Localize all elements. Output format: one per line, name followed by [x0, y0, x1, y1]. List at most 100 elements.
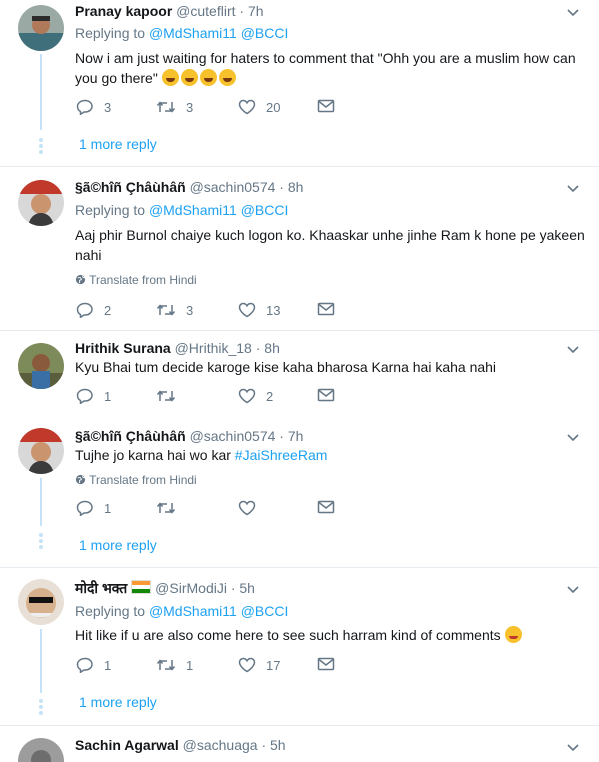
translate-label[interactable]: Translate from Hindi — [89, 273, 197, 287]
author-name[interactable]: Hrithik Surana — [75, 340, 171, 356]
like-icon — [238, 99, 256, 115]
reply-card[interactable]: §ã©hîñ Çhâùhâñ @sachin0574 · 8h Replying… — [0, 167, 599, 330]
direct-message-icon — [317, 99, 335, 113]
direct-message-button[interactable] — [317, 388, 345, 402]
mention-link[interactable]: @BCCI — [241, 603, 289, 619]
author-name[interactable]: मोदी भक्त — [75, 580, 127, 596]
retweet-button[interactable] — [156, 388, 186, 404]
like-count: 13 — [266, 302, 281, 318]
retweet-button[interactable]: 1 — [156, 657, 193, 673]
reply-count: 1 — [104, 657, 112, 673]
thread-dots — [39, 138, 43, 156]
reply-icon — [76, 500, 93, 516]
direct-message-button[interactable] — [317, 657, 345, 671]
like-icon — [238, 388, 256, 404]
laughing-emoji-icon — [161, 69, 179, 86]
more-replies-link[interactable]: 1 more reply — [79, 694, 157, 710]
timestamp[interactable]: · 8h — [256, 340, 280, 356]
translate-link[interactable]: Translate from Hindi — [75, 473, 197, 487]
chevron-down-icon[interactable] — [566, 585, 580, 595]
chevron-down-icon[interactable] — [566, 345, 580, 355]
reply-text: Now i am just waiting for haters to comm… — [75, 50, 576, 66]
reply-card[interactable]: Sachin Agarwal @sachuaga · 5h — [0, 726, 599, 762]
reply-button[interactable]: 2 — [76, 302, 111, 318]
mention-link[interactable]: @MdShami11 — [149, 202, 237, 218]
direct-message-icon — [317, 500, 335, 514]
reply-count: 1 — [104, 500, 112, 516]
more-replies-link[interactable]: 1 more reply — [79, 136, 157, 152]
author-name[interactable]: Pranay kapoor — [75, 3, 172, 19]
direct-message-button[interactable] — [317, 302, 345, 316]
reply-card[interactable]: §ã©hîñ Çhâùhâñ @sachin0574 · 7h Tujhe jo… — [0, 419, 599, 567]
like-icon — [238, 500, 256, 516]
chevron-down-icon[interactable] — [566, 184, 580, 194]
mention-link[interactable]: @BCCI — [241, 202, 289, 218]
laughing-emoji-icon — [218, 69, 236, 86]
retweet-button[interactable]: 3 — [156, 302, 193, 318]
avatar[interactable] — [18, 180, 64, 226]
retweet-count: 3 — [186, 99, 194, 115]
author-handle[interactable]: @Hrithik_18 — [175, 340, 252, 356]
mention-link[interactable]: @MdShami11 — [149, 603, 237, 619]
mention-link[interactable]: @MdShami11 — [149, 25, 237, 41]
timestamp[interactable]: · 8h — [279, 179, 303, 195]
reply-text: Hit like if u are also come here to see … — [75, 627, 501, 643]
like-button[interactable] — [238, 500, 266, 516]
reply-count: 3 — [104, 99, 112, 115]
like-button[interactable]: 17 — [238, 657, 280, 673]
direct-message-button[interactable] — [317, 500, 345, 514]
retweet-button[interactable] — [156, 500, 186, 516]
avatar[interactable] — [18, 579, 64, 625]
reply-card[interactable]: Pranay kapoor @cuteflirt · 7h Replying t… — [0, 0, 599, 166]
direct-message-icon — [317, 657, 335, 671]
direct-message-button[interactable] — [317, 99, 345, 113]
author-name[interactable]: §ã©hîñ Çhâùhâñ — [75, 428, 186, 444]
avatar[interactable] — [18, 343, 64, 389]
timestamp[interactable]: · 7h — [239, 3, 263, 19]
author-handle[interactable]: @sachin0574 — [190, 428, 276, 444]
like-button[interactable]: 2 — [238, 388, 273, 404]
timestamp[interactable]: · 7h — [279, 428, 303, 444]
retweet-icon — [156, 502, 176, 514]
reply-button[interactable]: 1 — [76, 388, 111, 404]
author-name[interactable]: Sachin Agarwal — [75, 737, 179, 753]
author-handle[interactable]: @sachin0574 — [190, 179, 276, 195]
author-handle[interactable]: @sachuaga — [183, 737, 258, 753]
like-icon — [238, 302, 256, 318]
hashtag-link[interactable]: #JaiShreeRam — [235, 447, 328, 463]
reply-card[interactable]: मोदी भक्त @SirModiJi · 5h Replying to @M… — [0, 568, 599, 725]
thread-line — [40, 478, 42, 526]
timestamp[interactable]: · 5h — [231, 580, 255, 596]
more-replies-link[interactable]: 1 more reply — [79, 537, 157, 553]
like-button[interactable]: 13 — [238, 302, 280, 318]
reply-card[interactable]: Hrithik Surana @Hrithik_18 · 8h Kyu Bhai… — [0, 331, 599, 419]
like-count: 20 — [266, 99, 281, 115]
avatar[interactable] — [18, 738, 64, 762]
like-button[interactable]: 20 — [238, 99, 280, 115]
reply-button[interactable]: 1 — [76, 500, 111, 516]
author-handle[interactable]: @cuteflirt — [176, 3, 235, 19]
globe-icon — [75, 274, 86, 285]
timestamp[interactable]: · 5h — [261, 737, 285, 753]
direct-message-icon — [317, 388, 335, 402]
avatar[interactable] — [18, 5, 64, 51]
like-count: 2 — [266, 388, 274, 404]
author-name[interactable]: §ã©hîñ Çhâùhâñ — [75, 179, 186, 195]
chevron-down-icon[interactable] — [566, 743, 580, 753]
india-flag-icon — [131, 580, 152, 594]
reply-count: 2 — [104, 302, 112, 318]
reply-button[interactable]: 1 — [76, 657, 111, 673]
translate-link[interactable]: Translate from Hindi — [75, 273, 197, 287]
replying-to-label: Replying to — [75, 603, 146, 619]
translate-label[interactable]: Translate from Hindi — [89, 473, 197, 487]
retweet-icon — [156, 390, 176, 402]
author-handle[interactable]: @SirModiJi — [155, 580, 227, 596]
like-icon — [238, 657, 256, 673]
mention-link[interactable]: @BCCI — [241, 25, 289, 41]
reply-button[interactable]: 3 — [76, 99, 111, 115]
chevron-down-icon[interactable] — [566, 8, 580, 18]
smiling-emoji-icon — [504, 626, 522, 643]
chevron-down-icon[interactable] — [566, 433, 580, 443]
avatar[interactable] — [18, 428, 64, 474]
retweet-button[interactable]: 3 — [156, 99, 193, 115]
